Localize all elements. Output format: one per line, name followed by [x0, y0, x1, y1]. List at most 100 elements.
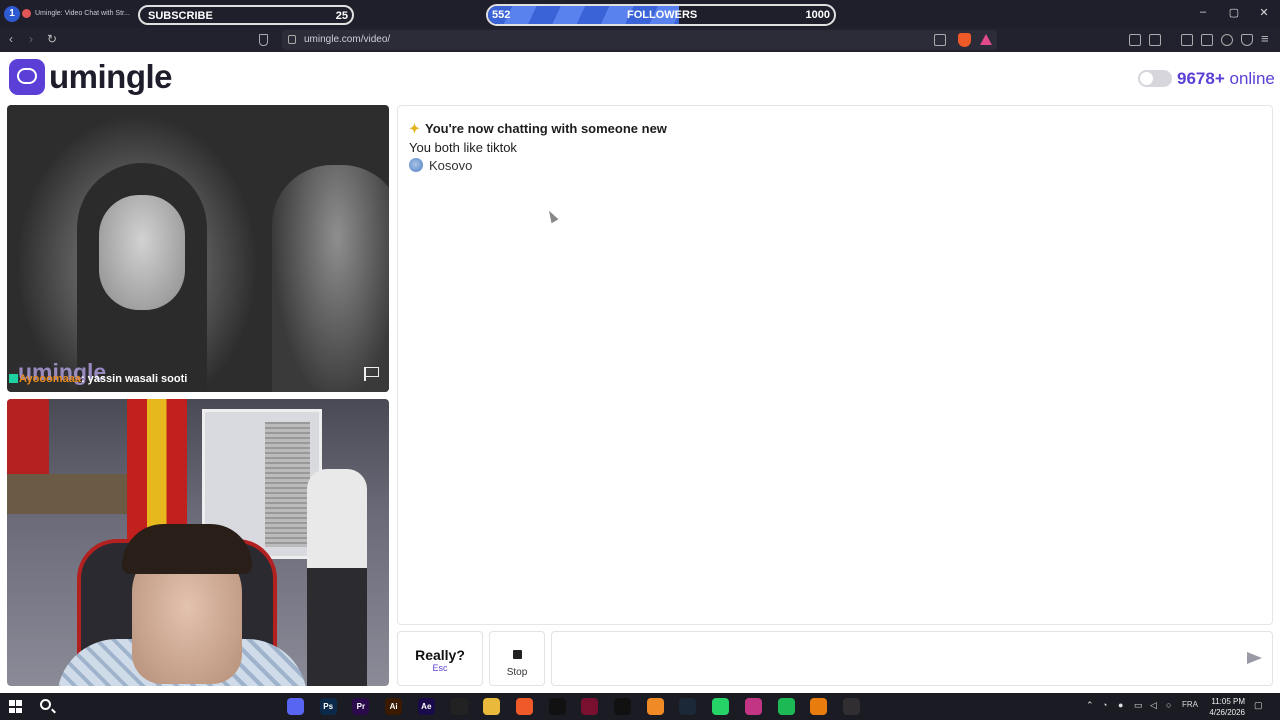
battery-icon[interactable]: ▭ — [1134, 700, 1143, 711]
wallet-icon[interactable] — [1201, 34, 1213, 46]
share-icon[interactable] — [934, 34, 946, 46]
update-icon[interactable]: ○ — [1166, 700, 1171, 710]
connected-message: You're now chatting with someone new — [425, 121, 667, 136]
windows-start-icon[interactable] — [9, 700, 22, 713]
photoshop-icon[interactable]: Ps — [319, 698, 337, 715]
stop-label: Stop — [506, 667, 528, 678]
site-favicon-icon — [22, 8, 31, 18]
online-label: online — [1229, 69, 1275, 88]
chat-bubble-icon — [17, 68, 37, 84]
close-window-button[interactable]: ✕ — [1249, 6, 1279, 19]
taskbar: Ps Pr Ai Ae ⌃ ◔ ● ▭ ◁ ○ FRA 11:05 PM 4/26/2… — [0, 693, 1280, 720]
site-info-icon — [288, 35, 296, 44]
tiktok-icon[interactable] — [548, 698, 566, 715]
sparkle-icon: ✦ — [409, 121, 420, 136]
explorer-icon[interactable] — [483, 698, 501, 715]
sidebar-icon[interactable] — [1181, 34, 1193, 46]
chat-panel: ✦ You're now chatting with someone new Yo… — [397, 105, 1273, 625]
subscribe-label: SUBSCRIBE — [148, 10, 213, 22]
address-bar[interactable]: umingle.com/video/ — [282, 30, 997, 50]
video-caption: Ayooomaaa: yassin wasali sooti — [7, 373, 187, 385]
volume-icon[interactable]: ◁ — [1150, 700, 1157, 711]
illustrator-icon[interactable]: Ai — [385, 698, 403, 715]
location-message: Kosovo — [409, 158, 472, 173]
theme-toggle[interactable] — [1138, 70, 1172, 87]
spotify-icon[interactable] — [777, 698, 795, 715]
vegas-icon[interactable] — [581, 698, 599, 715]
maximize-button[interactable]: ▢ — [1219, 6, 1249, 19]
clock-time: 11:05 PM — [1211, 697, 1245, 706]
fl-studio-icon[interactable] — [646, 698, 664, 715]
followers-label: FOLLOWERS — [627, 9, 698, 21]
stop-icon — [512, 650, 522, 659]
shelf — [7, 474, 127, 514]
video-hair — [122, 524, 252, 574]
bookmark-icon[interactable] — [259, 34, 268, 46]
caption-text: : yassin wasali sooti — [80, 373, 188, 385]
skip-shortcut: Esc — [432, 663, 448, 673]
globe-icon — [409, 158, 423, 172]
skip-label: Really? — [415, 647, 465, 663]
search-icon[interactable] — [40, 699, 51, 710]
mic-icon[interactable]: ● — [1118, 700, 1123, 710]
instagram-icon[interactable] — [744, 698, 762, 715]
online-count: 9678+ — [1177, 69, 1225, 88]
brave-icon[interactable] — [515, 698, 533, 715]
system-message: ✦ You're now chatting with someone new — [409, 121, 667, 137]
wall-flag — [7, 399, 49, 474]
notification-icon[interactable]: ▢ — [1254, 700, 1263, 711]
background-person — [307, 469, 367, 686]
interest-message: You both like tiktok — [409, 140, 517, 155]
wifi-icon[interactable]: ◔ — [1102, 700, 1107, 710]
extensions-icon[interactable] — [1129, 34, 1141, 46]
online-counter: 9678+ online — [1177, 69, 1275, 89]
reload-icon[interactable]: ↻ — [47, 32, 57, 46]
premiere-icon[interactable]: Pr — [352, 698, 370, 715]
caption-username: Ayooomaaa — [19, 373, 81, 385]
leo-ai-icon[interactable] — [1221, 34, 1233, 46]
skip-button[interactable]: Really? Esc — [397, 631, 483, 686]
video-face — [99, 195, 185, 310]
subscribe-overlay: SUBSCRIBE 25 — [138, 5, 354, 25]
user-badge-icon — [9, 374, 18, 383]
message-input[interactable] — [551, 631, 1273, 686]
clock-date: 4/26/2026 — [1209, 708, 1245, 717]
browser-tab[interactable]: Umingle: Video Chat with Str... — [22, 3, 150, 25]
self-video — [7, 399, 389, 686]
media-icon[interactable] — [1149, 34, 1161, 46]
browser-title-bar: 1 Umingle: Video Chat with Str... SUBSCR… — [0, 0, 1280, 28]
followers-current: 552 — [492, 9, 511, 21]
forward-icon[interactable]: › — [29, 32, 33, 46]
brave-rewards-icon[interactable] — [980, 34, 992, 45]
video-person — [272, 165, 389, 392]
minimize-button[interactable]: – — [1188, 6, 1218, 18]
aftereffects-icon[interactable]: Ae — [417, 698, 435, 715]
brave-shields-icon[interactable] — [958, 33, 971, 47]
obs-icon[interactable] — [842, 698, 860, 715]
steam-icon[interactable] — [679, 698, 697, 715]
menu-icon[interactable]: ≡ — [1261, 31, 1269, 46]
site-logo-text[interactable]: umingle — [49, 58, 173, 96]
tray-chevron-icon[interactable]: ⌃ — [1086, 700, 1094, 711]
tab-title: Umingle: Video Chat with Str... — [35, 10, 130, 17]
toggle-knob — [1140, 72, 1153, 85]
country-name: Kosovo — [429, 158, 473, 173]
back-icon[interactable]: ‹ — [9, 32, 13, 46]
browser-toolbar: ‹ › ↻ umingle.com/video/ ≡ — [0, 28, 1280, 52]
stop-button[interactable]: Stop — [489, 631, 545, 686]
tab-count-badge: 1 — [4, 6, 20, 22]
report-flag-icon[interactable] — [364, 367, 379, 381]
taskbar-clock[interactable]: 11:05 PM 4/26/2026 — [1199, 696, 1245, 718]
blender-icon[interactable] — [810, 698, 828, 715]
send-icon[interactable] — [1247, 652, 1262, 664]
umingle-logo-icon[interactable] — [9, 59, 45, 95]
followers-goal: 1000 — [805, 9, 830, 21]
vpn-icon[interactable] — [1241, 34, 1253, 46]
language-indicator[interactable]: FRA — [1182, 700, 1198, 709]
followers-goal-overlay: 552 FOLLOWERS 1000 — [486, 4, 836, 26]
capcut-icon[interactable] — [450, 698, 468, 715]
netflix-icon[interactable] — [614, 698, 631, 715]
url-text: umingle.com/video/ — [304, 34, 391, 45]
whatsapp-icon[interactable] — [712, 698, 730, 715]
discord-icon[interactable] — [287, 698, 304, 715]
